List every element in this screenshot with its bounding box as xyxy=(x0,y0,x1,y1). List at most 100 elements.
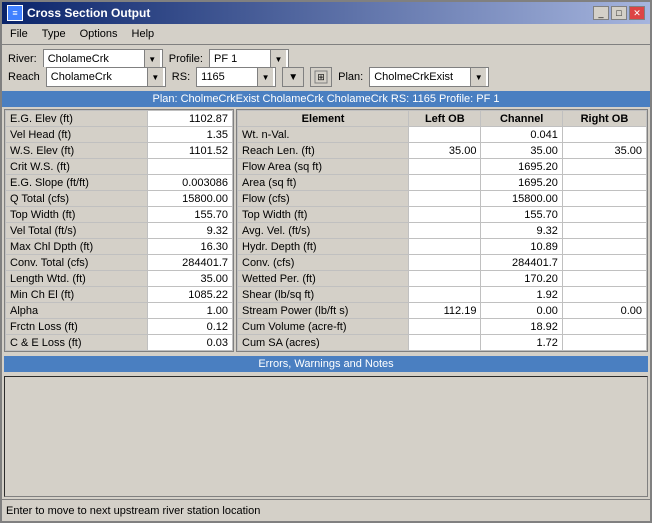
row-value xyxy=(409,319,481,335)
table-row: Max Chl Dpth (ft)16.30 xyxy=(6,239,233,255)
table-header-row: ElementLeft OBChannelRight OB xyxy=(238,111,647,127)
table-row: Frctn Loss (ft)0.12 xyxy=(6,319,233,335)
row-value xyxy=(409,239,481,255)
plan-value: CholmeCrkExist xyxy=(372,71,470,83)
menu-help[interactable]: Help xyxy=(126,26,161,42)
row-value xyxy=(562,159,646,175)
column-header: Left OB xyxy=(409,111,481,127)
row-value: 1102.87 xyxy=(148,111,233,127)
table-row: Wetted Per. (ft) 170.20 xyxy=(238,271,647,287)
plan-label: Plan: xyxy=(338,71,363,83)
row-label: Crit W.S. (ft) xyxy=(6,159,148,175)
rs-value: 1165 xyxy=(199,71,257,83)
row-value: 0.12 xyxy=(148,319,233,335)
table-row: Shear (lb/sq ft)1.92 xyxy=(238,287,647,303)
row-value: 1.92 xyxy=(481,287,562,303)
maximize-button[interactable]: □ xyxy=(611,6,627,20)
table-row: Q Total (cfs)15800.00 xyxy=(6,191,233,207)
river-dropdown-arrow[interactable]: ▼ xyxy=(144,50,160,68)
table-row: Top Width (ft)155.70 xyxy=(238,207,647,223)
profile-label: Profile: xyxy=(169,53,203,65)
plan-dropdown[interactable]: CholmeCrkExist ▼ xyxy=(369,67,489,87)
row-value: 1085.22 xyxy=(148,287,233,303)
table-row: Conv. Total (cfs)284401.7 xyxy=(6,255,233,271)
close-button[interactable]: ✕ xyxy=(629,6,645,20)
title-controls: _ □ ✕ xyxy=(593,6,645,20)
nav-down-button[interactable]: ▼ xyxy=(282,67,304,87)
row-value: 15800.00 xyxy=(481,191,562,207)
row-value: 35.00 xyxy=(562,143,646,159)
reach-dropdown[interactable]: CholameCrk ▼ xyxy=(46,67,166,87)
row-value: 170.20 xyxy=(481,271,562,287)
minimize-button[interactable]: _ xyxy=(593,6,609,20)
table-row: Alpha1.00 xyxy=(6,303,233,319)
menu-file[interactable]: File xyxy=(4,26,34,42)
reach-dropdown-arrow[interactable]: ▼ xyxy=(147,68,163,86)
river-dropdown[interactable]: CholameCrk ▼ xyxy=(43,49,163,69)
nav-up-button[interactable]: ⊞ xyxy=(310,67,332,87)
row-value xyxy=(409,287,481,303)
row-value: 10.89 xyxy=(481,239,562,255)
row-value: 35.00 xyxy=(148,271,233,287)
status-bar: Enter to move to next upstream river sta… xyxy=(2,499,650,521)
errors-section: Errors, Warnings and Notes xyxy=(4,356,648,372)
row-label: Conv. (cfs) xyxy=(238,255,409,271)
plan-dropdown-arrow[interactable]: ▼ xyxy=(470,68,486,86)
row-label: Wetted Per. (ft) xyxy=(238,271,409,287)
profile-dropdown[interactable]: PF 1 ▼ xyxy=(209,49,289,69)
row-value: 155.70 xyxy=(481,207,562,223)
row-value xyxy=(409,223,481,239)
row-value: 9.32 xyxy=(481,223,562,239)
table-row: Min Ch El (ft)1085.22 xyxy=(6,287,233,303)
tables-area: E.G. Elev (ft)1102.87Vel Head (ft)1.35W.… xyxy=(2,107,650,354)
rs-dropdown[interactable]: 1165 ▼ xyxy=(196,67,276,87)
menu-type[interactable]: Type xyxy=(36,26,72,42)
row-value xyxy=(562,191,646,207)
row-label: Top Width (ft) xyxy=(6,207,148,223)
row-value: 112.19 xyxy=(409,303,481,319)
rs-label: RS: xyxy=(172,71,190,83)
table-row: Area (sq ft)1695.20 xyxy=(238,175,647,191)
row-value: 1.00 xyxy=(148,303,233,319)
table-row: Stream Power (lb/ft s)112.190.000.00 xyxy=(238,303,647,319)
row-label: Vel Total (ft/s) xyxy=(6,223,148,239)
river-label: River: xyxy=(8,53,37,65)
rs-dropdown-arrow[interactable]: ▼ xyxy=(257,68,273,86)
row-value: 1695.20 xyxy=(481,159,562,175)
row-value xyxy=(409,127,481,143)
row-value: 0.00 xyxy=(481,303,562,319)
reach-value: CholameCrk xyxy=(49,71,147,83)
blank-area xyxy=(4,376,648,497)
title-bar-left: ≡ Cross Section Output xyxy=(7,5,150,21)
row-label: Flow (cfs) xyxy=(238,191,409,207)
row-value xyxy=(562,287,646,303)
row-label: Alpha xyxy=(6,303,148,319)
row-label: Frctn Loss (ft) xyxy=(6,319,148,335)
table-row: Length Wtd. (ft)35.00 xyxy=(6,271,233,287)
row-label: E.G. Elev (ft) xyxy=(6,111,148,127)
column-header: Channel xyxy=(481,111,562,127)
row-label: Length Wtd. (ft) xyxy=(6,271,148,287)
row-value: 284401.7 xyxy=(148,255,233,271)
right-table: ElementLeft OBChannelRight OB Wt. n-Val.… xyxy=(237,110,647,351)
row-value: 0.03 xyxy=(148,335,233,351)
row-label: Vel Head (ft) xyxy=(6,127,148,143)
table-row: E.G. Elev (ft)1102.87 xyxy=(6,111,233,127)
row-label: Reach Len. (ft) xyxy=(238,143,409,159)
row-value: 0.00 xyxy=(562,303,646,319)
menu-options[interactable]: Options xyxy=(74,26,124,42)
table-row: Cum SA (acres)1.72 xyxy=(238,335,647,351)
row-value xyxy=(562,175,646,191)
row-label: Cum SA (acres) xyxy=(238,335,409,351)
column-header: Right OB xyxy=(562,111,646,127)
profile-dropdown-arrow[interactable]: ▼ xyxy=(270,50,286,68)
row-value xyxy=(409,175,481,191)
row-label: Q Total (cfs) xyxy=(6,191,148,207)
row-value xyxy=(148,159,233,175)
table-row: Reach Len. (ft)35.0035.0035.00 xyxy=(238,143,647,159)
row-value: 35.00 xyxy=(409,143,481,159)
svg-text:⊞: ⊞ xyxy=(317,72,325,82)
column-header: Element xyxy=(238,111,409,127)
profile-value: PF 1 xyxy=(212,53,270,65)
table-row: Top Width (ft)155.70 xyxy=(6,207,233,223)
